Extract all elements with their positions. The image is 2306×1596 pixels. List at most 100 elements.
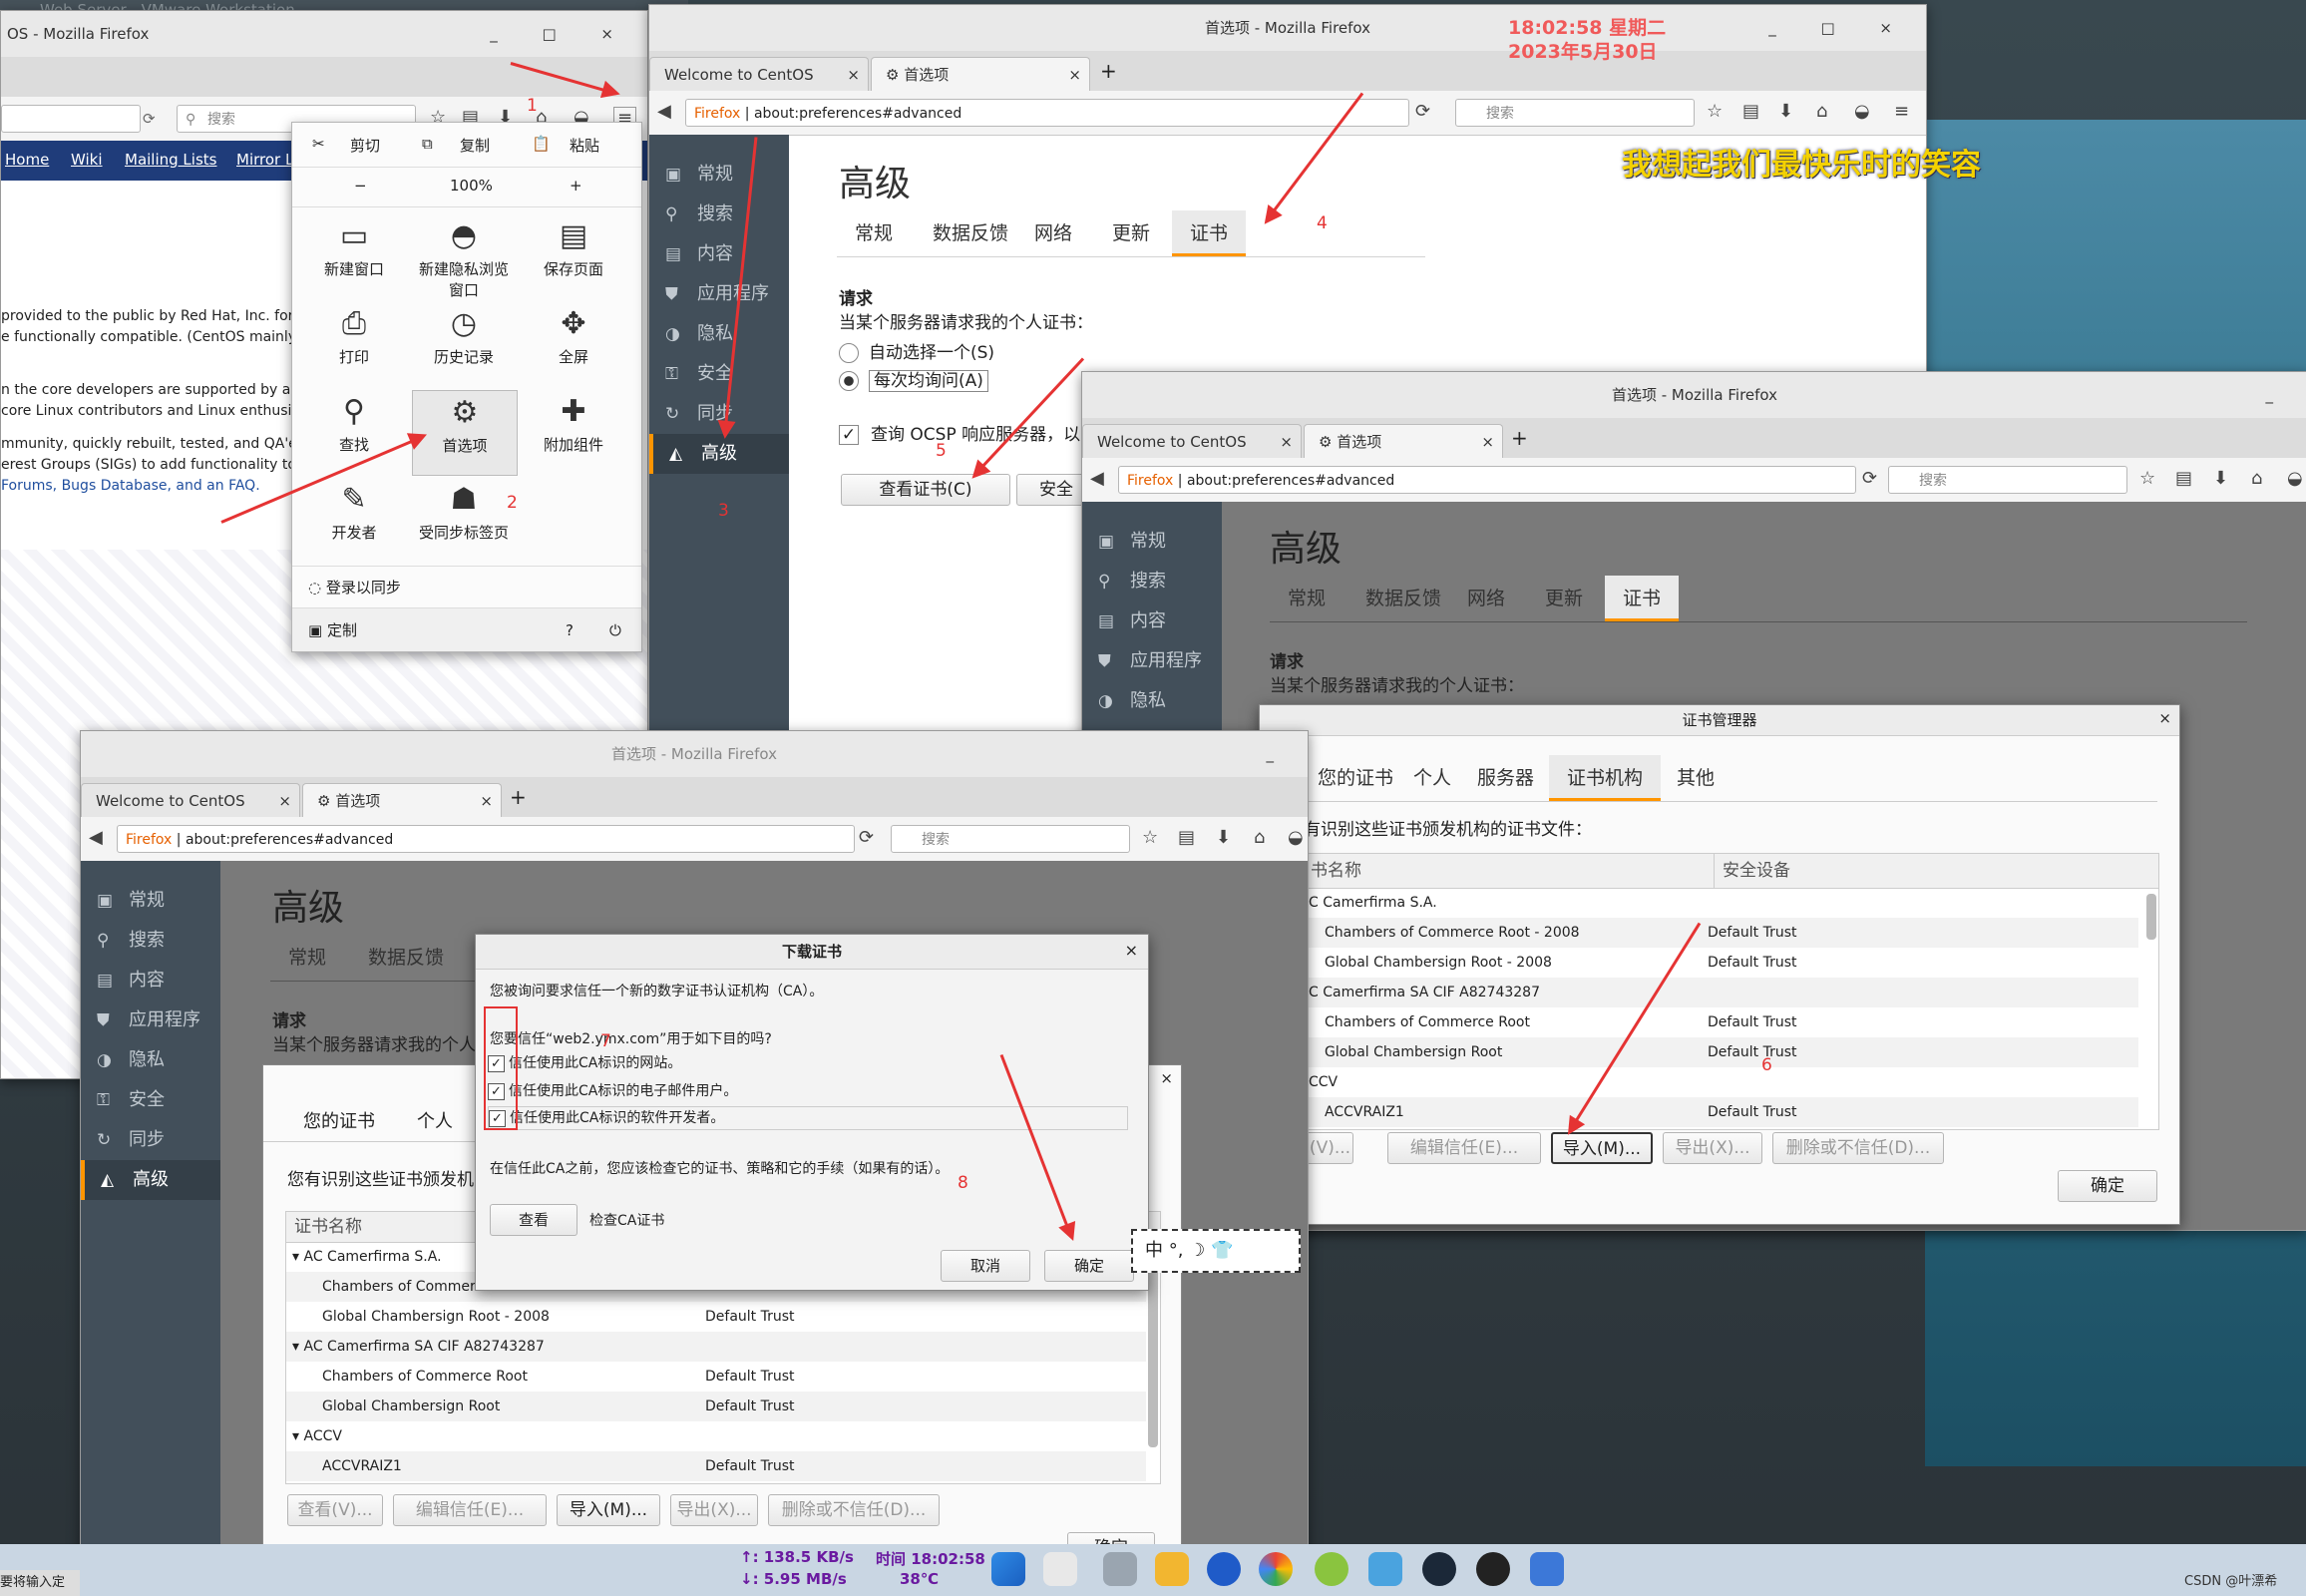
search-input[interactable]: 搜索 bbox=[1888, 466, 2127, 494]
app-blue-icon[interactable] bbox=[1368, 1552, 1402, 1586]
table-row[interactable]: ▾ ACCV bbox=[286, 1421, 1146, 1451]
table-row[interactable]: ACCVRAIZ1 Default Trust bbox=[286, 1451, 1146, 1481]
zoom-level[interactable]: 100% bbox=[450, 177, 493, 195]
close-icon[interactable]: × bbox=[2158, 709, 2171, 727]
subtab-0[interactable]: 常规 bbox=[837, 210, 911, 256]
table-row[interactable]: ▾ AC Camerfirma SA CIF A82743287 bbox=[286, 1332, 1146, 1362]
start-icon[interactable] bbox=[991, 1552, 1025, 1586]
ok-button[interactable]: 确定 bbox=[2058, 1170, 2157, 1202]
export-button[interactable]: 导出(X)... bbox=[670, 1494, 758, 1526]
subtab-2[interactable]: 网络 bbox=[1016, 210, 1090, 256]
sidebar-item-7[interactable]: ◭高级 bbox=[81, 1160, 220, 1200]
new-tab-button[interactable]: + bbox=[1511, 426, 1528, 450]
vmware-icon[interactable] bbox=[1530, 1552, 1564, 1586]
edit-trust-button[interactable]: 编辑信任(E)... bbox=[393, 1494, 547, 1526]
sidebar-item-0[interactable]: ▣ 常规 bbox=[1082, 522, 1222, 562]
view-button[interactable]: 查看(V)... bbox=[287, 1494, 383, 1526]
table-row[interactable]: C Camerfirma S.A. bbox=[1305, 888, 2138, 918]
cut-button[interactable]: ✂ bbox=[312, 135, 325, 153]
delete-button[interactable]: 删除或不信任(D)... bbox=[768, 1494, 940, 1526]
menu-item-8[interactable]: ✚ 附加组件 bbox=[522, 390, 625, 474]
home-icon[interactable]: ⌂ bbox=[2251, 468, 2262, 489]
menu-item-9[interactable]: ✎ 开发者 bbox=[302, 478, 406, 562]
table-row[interactable]: ACCVRAIZ1 Default Trust bbox=[1305, 1097, 2138, 1127]
pocket-icon[interactable]: ◒ bbox=[1854, 101, 1870, 122]
subtab-2[interactable]: 网络 bbox=[1449, 576, 1523, 621]
import-button[interactable]: 导入(M)... bbox=[557, 1494, 660, 1526]
search-input[interactable]: 搜索 bbox=[1455, 99, 1695, 127]
menu-item-5[interactable]: ✥ 全屏 bbox=[522, 302, 625, 386]
table-row[interactable]: Global Chambersign Root Default Trust bbox=[1305, 1037, 2138, 1067]
zoom-out-button[interactable]: − bbox=[354, 177, 367, 195]
customize-button[interactable]: ▣ 定制 ? ⏻ bbox=[292, 607, 641, 651]
subtab-4[interactable]: 证书 bbox=[1605, 576, 1680, 621]
nav-link-home[interactable]: Home bbox=[5, 151, 49, 169]
ok-button[interactable]: 确定 bbox=[1044, 1250, 1134, 1282]
nav-link-mailing[interactable]: Mailing Lists bbox=[125, 151, 216, 169]
reload-icon[interactable]: ⟳ bbox=[1862, 468, 1877, 489]
url-bar[interactable]: Firefox | about:preferences#advanced bbox=[1118, 466, 1856, 494]
download-icon[interactable]: ⬇ bbox=[1778, 101, 1793, 122]
sidebar-item-2[interactable]: ▤ 内容 bbox=[81, 961, 220, 1000]
window-controls[interactable]: _ bbox=[2266, 372, 2294, 418]
menu-item-7[interactable]: ⚙ 首选项 bbox=[412, 390, 518, 476]
certmgr-tab-3[interactable]: 证书机构 bbox=[1549, 755, 1662, 801]
close-tab-icon[interactable]: × bbox=[278, 784, 291, 818]
new-tab-button[interactable]: + bbox=[1100, 59, 1117, 83]
certmgr-tab-4[interactable]: 其他 bbox=[1659, 755, 1732, 801]
library-icon[interactable]: ▤ bbox=[2175, 468, 2192, 489]
search-icon[interactable] bbox=[1043, 1552, 1077, 1586]
back-icon[interactable]: ◀ bbox=[89, 827, 103, 848]
scrollbar[interactable] bbox=[1148, 1248, 1158, 1447]
sidebar-item-5[interactable]: ⚿安全 bbox=[649, 354, 789, 394]
url-bar[interactable] bbox=[1, 105, 141, 133]
url-bar[interactable]: Firefox | about:preferences#advanced bbox=[117, 825, 855, 853]
home-icon[interactable]: ⌂ bbox=[1254, 827, 1265, 848]
cancel-button[interactable]: 取消 bbox=[941, 1250, 1030, 1282]
export-button[interactable]: 导出(X)... bbox=[1663, 1132, 1762, 1164]
close-tab-icon[interactable]: × bbox=[1280, 425, 1293, 459]
home-icon[interactable]: ⌂ bbox=[1816, 101, 1827, 122]
table-row[interactable]: Global Chambersign Root Default Trust bbox=[286, 1392, 1146, 1421]
col-device[interactable]: 安全设备 bbox=[1714, 854, 1790, 888]
subtab-3[interactable]: 更新 bbox=[1094, 210, 1168, 256]
import-button[interactable]: 导入(M)... bbox=[1551, 1132, 1653, 1164]
window-controls[interactable]: _ □ × bbox=[1768, 5, 1912, 51]
reload-icon[interactable]: ⟳ bbox=[859, 827, 874, 848]
steam-icon[interactable] bbox=[1422, 1552, 1456, 1586]
sidebar-item-1[interactable]: ⚲ 搜索 bbox=[81, 921, 220, 961]
delete-button[interactable]: 删除或不信任(D)... bbox=[1772, 1132, 1944, 1164]
table-row[interactable]: Chambers of Commerce Root Default Trust bbox=[1305, 1007, 2138, 1037]
table-row[interactable]: Chambers of Commerce Root Default Trust bbox=[286, 1362, 1146, 1392]
back-icon[interactable]: ◀ bbox=[657, 101, 671, 122]
tab-preferences[interactable]: ⚙ 首选项 × bbox=[1304, 424, 1503, 458]
library-icon[interactable]: ▤ bbox=[1742, 101, 1759, 122]
sidebar-item-4[interactable]: ◑ 隐私 bbox=[649, 314, 789, 354]
certmgr-tab-2[interactable]: 服务器 bbox=[1459, 755, 1552, 801]
quit-icon[interactable]: ⏻ bbox=[609, 608, 621, 652]
window-controls[interactable]: _ bbox=[1267, 731, 1295, 777]
sidebar-item-3[interactable]: ⛊ 应用程序 bbox=[649, 274, 789, 314]
subtab-3[interactable]: 更新 bbox=[1527, 576, 1601, 621]
menu-item-6[interactable]: ⚲ 查找 bbox=[302, 390, 406, 474]
url-bar[interactable]: Firefox | about:preferences#advanced bbox=[685, 99, 1409, 127]
sidebar-item-3[interactable]: ⛊ 应用程序 bbox=[81, 1000, 220, 1040]
table-row[interactable]: Global Chambersign Root - 2008 Default Tr… bbox=[1305, 948, 2138, 978]
menu-item-10[interactable]: ☗ 受同步标签页 bbox=[412, 478, 516, 562]
folder-icon[interactable] bbox=[1155, 1552, 1189, 1586]
download-icon[interactable]: ⬇ bbox=[1216, 827, 1231, 848]
radio-ask[interactable]: 每次均询问(A) bbox=[839, 366, 988, 392]
sidebar-item-1[interactable]: ⚲ 搜索 bbox=[649, 195, 789, 234]
sidebar-item-2[interactable]: ▤ 内容 bbox=[1082, 601, 1222, 641]
sidebar-item-2[interactable]: ▤ 内容 bbox=[649, 234, 789, 274]
menu-item-0[interactable]: ▭ 新建窗口 bbox=[302, 214, 406, 298]
app-l-icon[interactable] bbox=[1207, 1552, 1241, 1586]
cert-table[interactable]: 书名称 安全设备 C Camerfirma S.A. Chambers of Co… bbox=[1304, 853, 2159, 1130]
hamburger-menu-icon[interactable]: ≡ bbox=[1894, 101, 1909, 122]
sidebar-item-0[interactable]: ▣ 常规 bbox=[81, 881, 220, 921]
trust-software-checkbox[interactable]: ✓ 信任使用此CA标识的软件开发者。 bbox=[488, 1106, 1128, 1130]
bookmark-star-icon[interactable]: ☆ bbox=[1707, 101, 1723, 122]
view-ca-button[interactable]: 查看 bbox=[490, 1204, 577, 1236]
copy-button[interactable]: 复制 bbox=[460, 135, 490, 156]
sidebar-item-6[interactable]: ↻同步 bbox=[81, 1120, 220, 1160]
